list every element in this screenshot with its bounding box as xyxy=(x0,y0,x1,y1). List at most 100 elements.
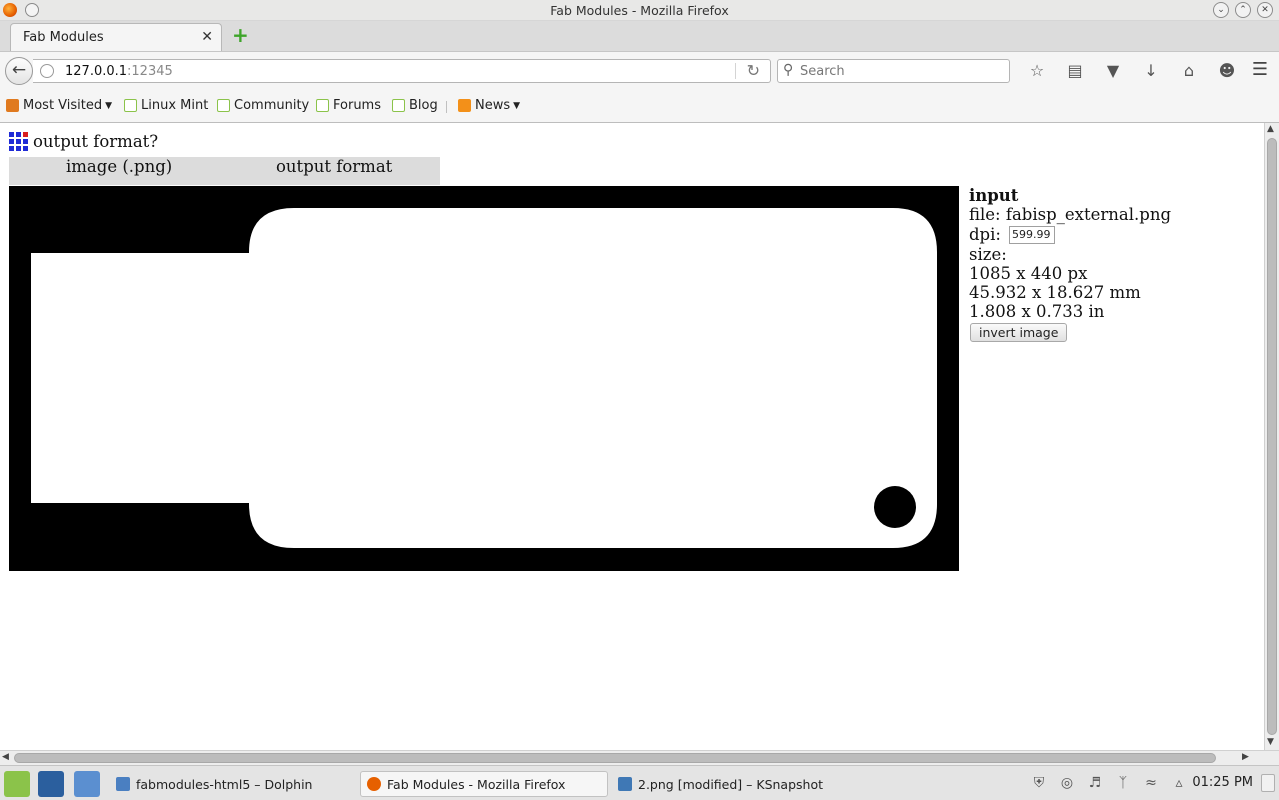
size-label: size: xyxy=(969,245,1007,264)
bookmarks-toolbar: Most Visited ▼ Linux Mint Community Foru… xyxy=(0,89,1279,123)
search-input[interactable] xyxy=(800,62,1000,80)
board-outline-image xyxy=(9,186,959,571)
new-tab-button[interactable]: + xyxy=(232,25,249,45)
mint-icon xyxy=(392,99,405,112)
search-bar[interactable]: ⚲ xyxy=(777,59,1010,83)
module-output-format[interactable]: output format xyxy=(276,157,392,176)
toolbar-icons: ☆ ▤ ▼ ↓ ⌂ ☻ xyxy=(1018,61,1246,83)
size-in: 1.808 x 0.733 in xyxy=(969,302,1105,321)
bookmark-linux-mint[interactable]: Linux Mint xyxy=(124,98,208,113)
bookmark-news[interactable]: News ▼ xyxy=(458,98,520,113)
chat-icon[interactable]: ☻ xyxy=(1208,61,1246,83)
module-bar: image (.png) output format xyxy=(9,157,440,185)
dpi-input[interactable] xyxy=(1008,225,1055,244)
task-firefox[interactable]: Fab Modules - Mozilla Firefox xyxy=(360,771,608,797)
horizontal-scroll-thumb[interactable] xyxy=(14,753,1216,763)
mint-icon xyxy=(124,99,137,112)
url-text[interactable]: 127.0.0.1:12345 xyxy=(65,64,173,79)
bookmark-label: News xyxy=(475,98,511,113)
mint-menu-icon[interactable] xyxy=(4,771,30,797)
task-label: fabmodules-html5 – Dolphin xyxy=(136,776,313,792)
bookmark-label: Community xyxy=(234,98,310,113)
url-divider xyxy=(735,63,736,79)
bookmark-forums[interactable]: Forums xyxy=(316,98,381,113)
scroll-down-icon[interactable]: ▼ xyxy=(1267,737,1274,747)
bookmark-blog[interactable]: Blog xyxy=(392,98,438,113)
bookmark-star-icon[interactable]: ☆ xyxy=(1018,61,1056,83)
firefox-icon xyxy=(367,777,381,791)
close-window-button[interactable]: ✕ xyxy=(1257,2,1273,18)
task-label: 2.png [modified] – KSnapshot xyxy=(638,776,824,792)
dolphin-icon xyxy=(116,777,130,791)
output-format-prompt[interactable]: output format? xyxy=(33,132,158,151)
tab-label: Fab Modules xyxy=(23,30,104,45)
scroll-left-icon[interactable]: ◀ xyxy=(2,752,9,762)
clock[interactable]: 01:25 PM xyxy=(1192,775,1253,790)
pocket-icon[interactable]: ▼ xyxy=(1094,61,1132,83)
chevron-down-icon: ▼ xyxy=(513,100,521,111)
scroll-up-icon[interactable]: ▲ xyxy=(1267,124,1274,134)
mint-icon xyxy=(316,99,329,112)
module-input-image[interactable]: image (.png) xyxy=(66,157,172,176)
url-port: :12345 xyxy=(127,64,173,79)
navigation-toolbar: ← 127.0.0.1:12345 ↻ ⚲ ☆ ▤ ▼ ↓ ⌂ ☻ ☰ xyxy=(0,51,1279,89)
url-host: 127.0.0.1 xyxy=(65,64,128,79)
home-icon[interactable]: ⌂ xyxy=(1170,61,1208,83)
site-identity-icon[interactable] xyxy=(40,64,54,78)
vertical-scrollbar[interactable]: ▲ ▼ xyxy=(1264,123,1279,750)
close-tab-icon[interactable]: ✕ xyxy=(201,29,213,45)
file-label: file: xyxy=(969,205,1001,224)
most-visited-icon xyxy=(6,99,19,112)
vertical-scroll-thumb[interactable] xyxy=(1267,138,1277,735)
tab-fab-modules[interactable]: Fab Modules ✕ xyxy=(10,23,222,53)
chevron-down-icon: ▼ xyxy=(105,100,113,111)
dpi-label: dpi: xyxy=(969,225,1001,244)
network-icon[interactable]: ◎ xyxy=(1056,775,1078,791)
dpi-row: dpi: xyxy=(969,224,1249,245)
desktop-corner-icon[interactable] xyxy=(1261,774,1275,792)
bookmark-community[interactable]: Community xyxy=(217,98,309,113)
invert-image-button[interactable]: invert image xyxy=(970,323,1068,342)
shield-icon[interactable]: ⛨ xyxy=(1028,775,1050,791)
scroll-right-icon[interactable]: ▶ xyxy=(1242,752,1249,762)
bluetooth-icon[interactable]: ᛉ xyxy=(1112,775,1134,791)
bookmark-label: Blog xyxy=(409,98,438,113)
bookmark-most-visited[interactable]: Most Visited ▼ xyxy=(6,98,112,113)
rss-icon xyxy=(458,99,471,112)
bookmark-label: Forums xyxy=(333,98,381,113)
ksnapshot-icon xyxy=(618,777,632,791)
bookmark-separator xyxy=(446,101,447,113)
bookmark-label: Most Visited xyxy=(23,98,103,113)
file-manager-icon[interactable] xyxy=(74,771,100,797)
horizontal-scrollbar[interactable]: ◀ ▶ xyxy=(0,750,1279,765)
fab-modules-logo-icon[interactable] xyxy=(9,132,28,151)
taskbar: fabmodules-html5 – Dolphin Fab Modules -… xyxy=(0,765,1279,800)
url-bar[interactable]: 127.0.0.1:12345 ↻ xyxy=(33,59,771,83)
window-titlebar: Fab Modules - Mozilla Firefox ⌄ ⌃ ✕ xyxy=(0,0,1279,21)
file-name: fabisp_external.png xyxy=(1005,205,1172,224)
wifi-icon[interactable]: ≈ xyxy=(1140,775,1162,791)
volume-icon[interactable]: ♬ xyxy=(1084,775,1106,791)
task-ksnapshot[interactable]: 2.png [modified] – KSnapshot xyxy=(612,771,862,797)
size-px: 1085 x 440 px xyxy=(969,264,1088,283)
reload-icon[interactable]: ↻ xyxy=(747,61,760,80)
page-header: output format? xyxy=(9,132,158,151)
size-mm: 45.932 x 18.627 mm xyxy=(969,283,1141,302)
system-tray: ⛨ ◎ ♬ ᛉ ≈ ▵ xyxy=(1028,775,1190,791)
hamburger-menu-icon[interactable]: ☰ xyxy=(1249,61,1271,81)
bookmark-label: Linux Mint xyxy=(141,98,209,113)
window-controls: ⌄ ⌃ ✕ xyxy=(1213,2,1273,18)
minimize-button[interactable]: ⌄ xyxy=(1213,2,1229,18)
tab-bar: Fab Modules ✕ + xyxy=(0,21,1279,53)
reading-list-icon[interactable]: ▤ xyxy=(1056,61,1094,83)
mint-icon xyxy=(217,99,230,112)
task-dolphin[interactable]: fabmodules-html5 – Dolphin xyxy=(110,771,354,797)
file-row: file: fabisp_external.png xyxy=(969,205,1249,224)
page-viewport: output format? image (.png) output forma… xyxy=(0,123,1264,750)
back-button[interactable]: ← xyxy=(5,57,33,85)
show-desktop-icon[interactable] xyxy=(38,771,64,797)
tray-expand-icon[interactable]: ▵ xyxy=(1168,775,1190,791)
download-icon[interactable]: ↓ xyxy=(1132,61,1170,83)
input-heading: input xyxy=(969,186,1019,205)
maximize-button[interactable]: ⌃ xyxy=(1235,2,1251,18)
